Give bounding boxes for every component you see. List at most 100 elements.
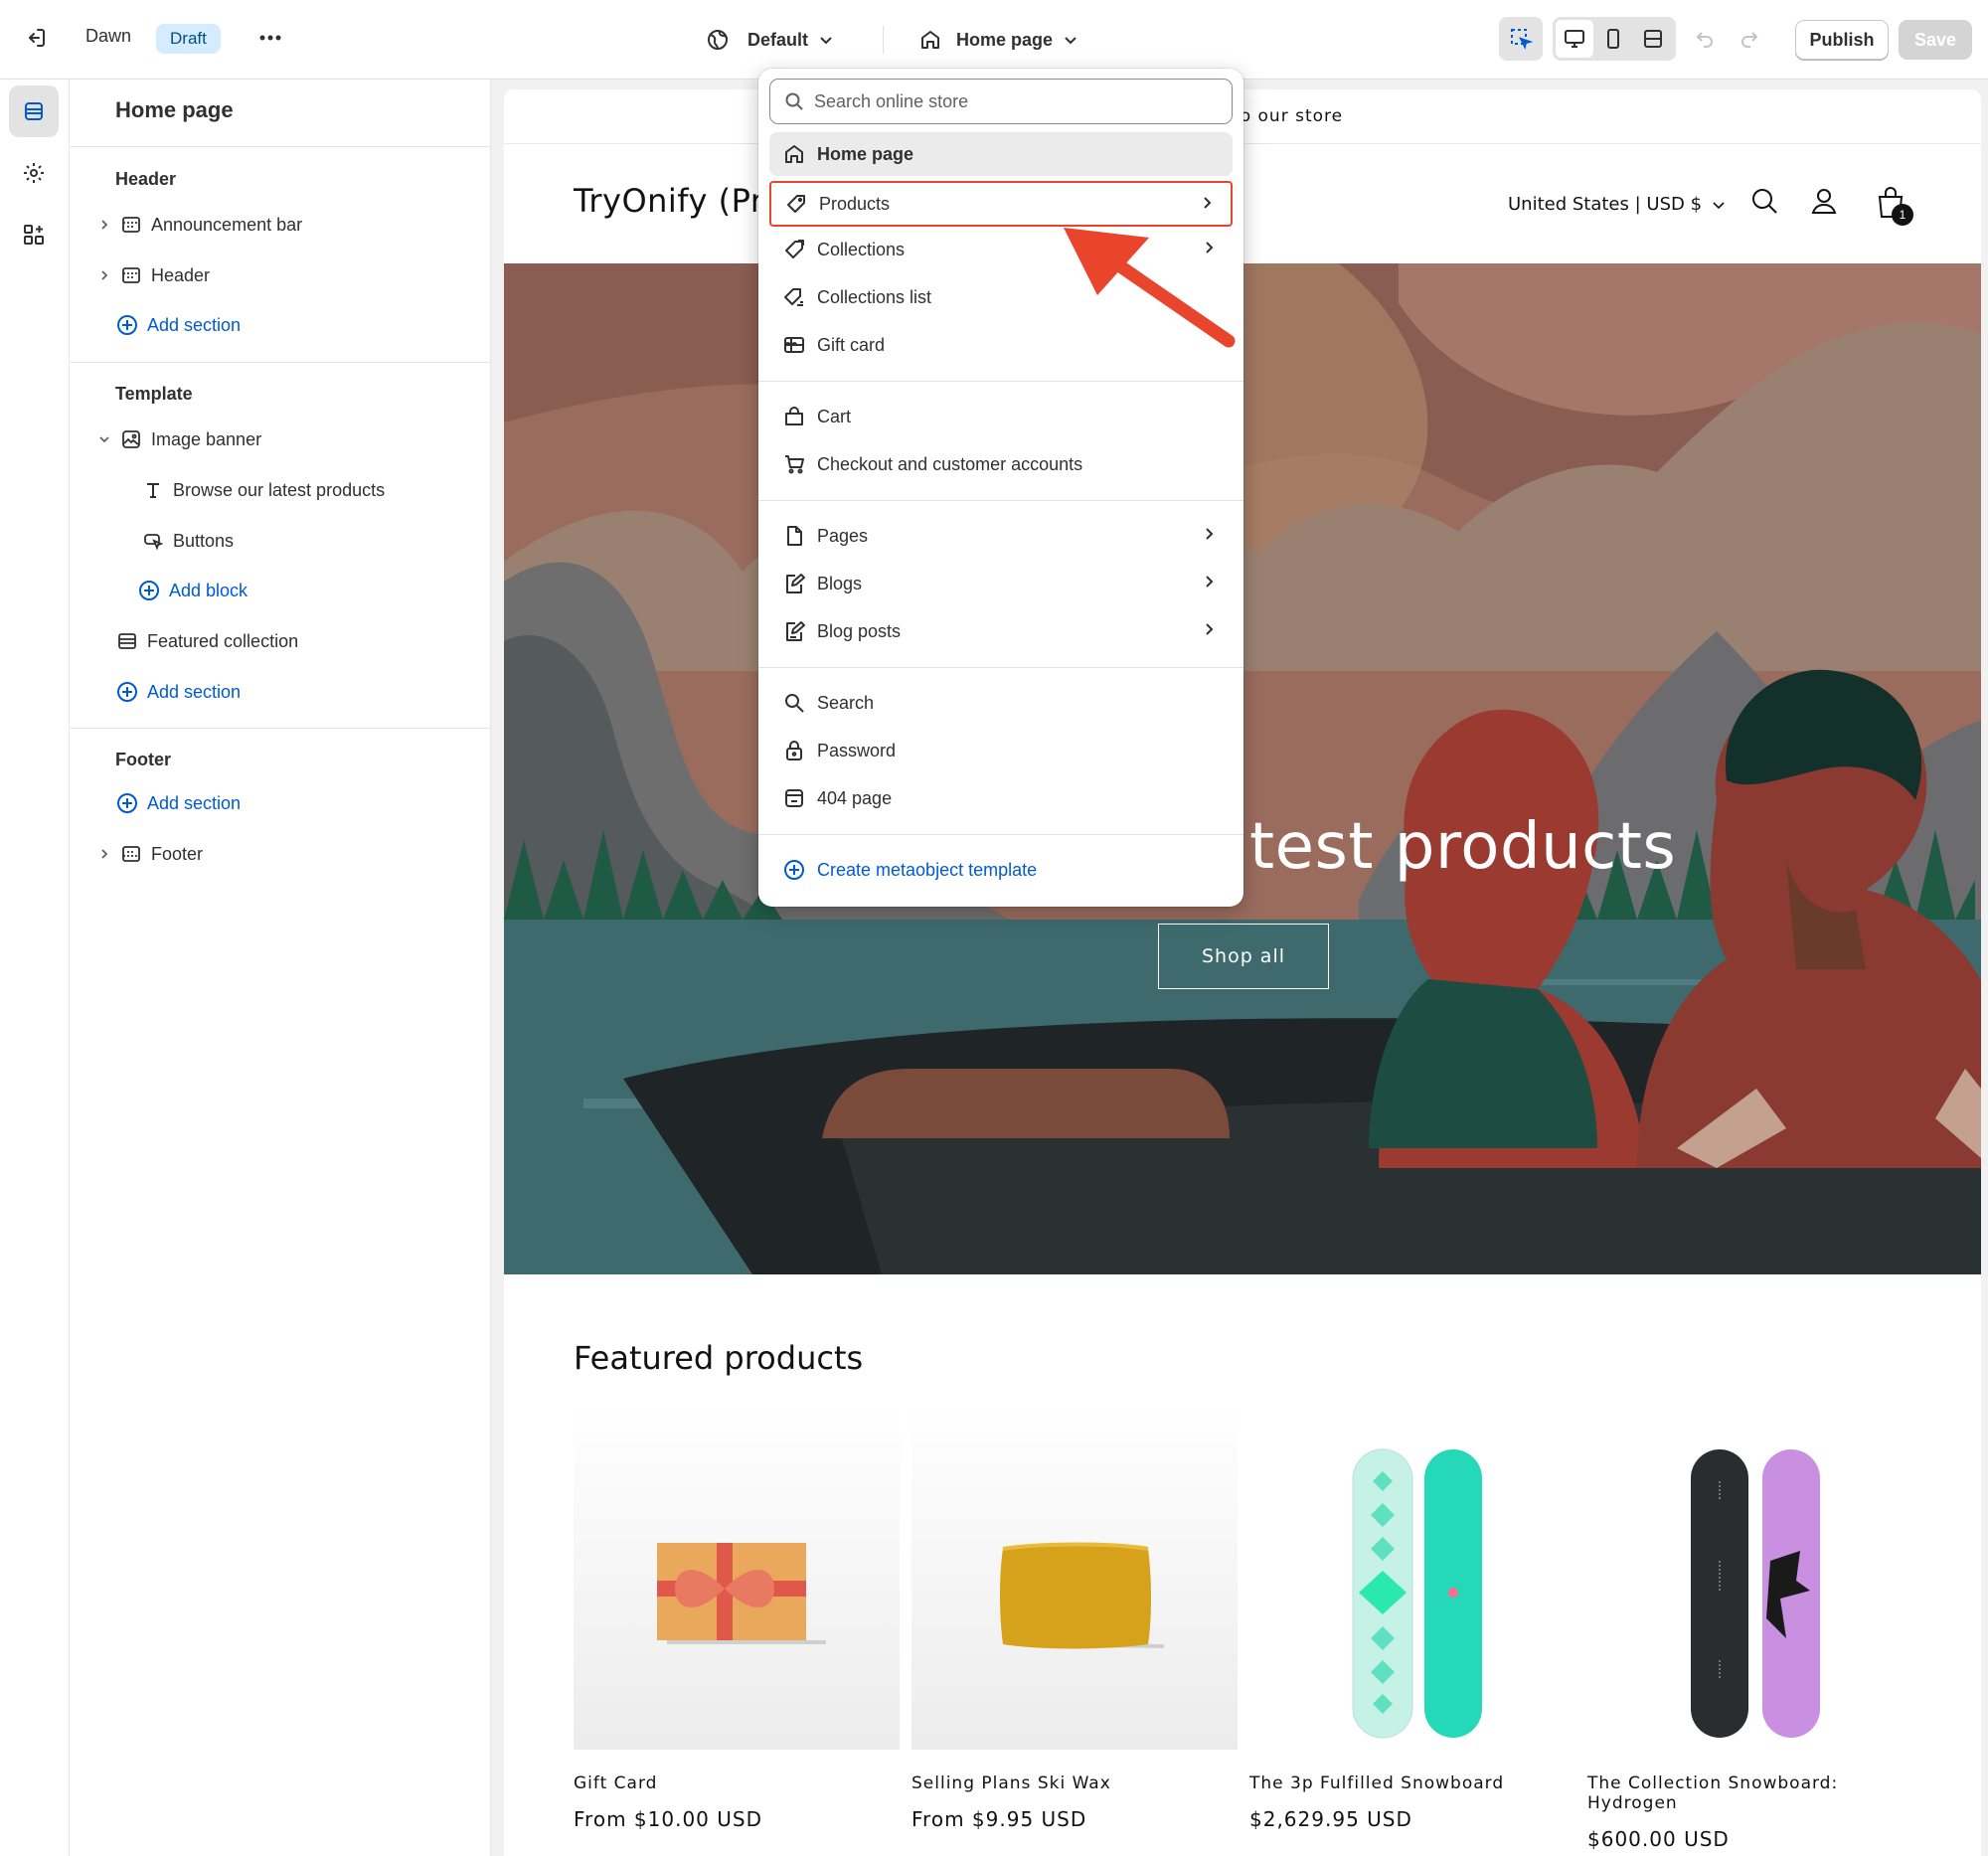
chevron-right-icon: [1206, 576, 1214, 588]
shop-all-button[interactable]: Shop all: [1158, 924, 1329, 989]
locale-selector[interactable]: United States | USD $: [1508, 194, 1726, 215]
menu-item-label: Cart: [817, 406, 852, 426]
page-icon: [783, 525, 805, 547]
chevron-right-icon[interactable]: [93, 848, 115, 860]
footer-group-title: Footer: [115, 750, 171, 769]
menu-item-404-page[interactable]: 404 page: [769, 776, 1233, 820]
menu-item-password[interactable]: Password: [769, 729, 1233, 772]
ski-wax-image: [1000, 1542, 1165, 1649]
header-group-title: Header: [115, 169, 177, 189]
page-selector[interactable]: Home page: [918, 20, 1078, 60]
menu-item-label: Products: [819, 193, 891, 214]
menu-item-blog-posts[interactable]: Blog posts: [769, 609, 1233, 653]
create-metaobject-template-button[interactable]: Create metaobject template: [769, 848, 1233, 892]
block-buttons[interactable]: Buttons: [137, 521, 234, 561]
layout-header-icon: [119, 263, 143, 287]
mobile-icon[interactable]: [1593, 20, 1633, 58]
add-section-button[interactable]: Add section: [115, 783, 241, 823]
desktop-icon[interactable]: [1556, 20, 1593, 58]
menu-item-label: Checkout and customer accounts: [817, 453, 1083, 474]
section-label: Announcement bar: [151, 214, 303, 235]
product-image[interactable]: [574, 1402, 900, 1750]
undo-icon[interactable]: [1690, 24, 1720, 54]
redo-icon[interactable]: [1735, 24, 1764, 54]
fullscreen-icon[interactable]: [1633, 20, 1673, 58]
home-icon: [918, 28, 942, 52]
settings-gear-icon[interactable]: [9, 147, 59, 199]
apps-icon[interactable]: [9, 209, 59, 260]
product-image[interactable]: [911, 1402, 1238, 1750]
product-name: The Collection Snowboard: Hydrogen: [1587, 1773, 1839, 1813]
menu-item-label: Pages: [817, 525, 869, 546]
collection-section-icon: [115, 629, 139, 653]
button-cursor-icon: [141, 529, 165, 553]
exit-icon[interactable]: [20, 22, 52, 54]
menu-item-label: 404 page: [817, 787, 893, 808]
menu-item-label: Search: [817, 692, 875, 713]
plus-circle-icon: [115, 791, 139, 815]
account-icon[interactable]: [1809, 186, 1839, 216]
menu-item-cart[interactable]: Cart: [769, 395, 1233, 438]
block-heading[interactable]: Browse our latest products: [137, 470, 385, 510]
product-name: Selling Plans Ski Wax: [911, 1773, 1111, 1793]
menu-item-search[interactable]: Search: [769, 681, 1233, 725]
search-icon[interactable]: [1749, 186, 1779, 216]
sections-icon[interactable]: [9, 85, 59, 137]
divider: [883, 26, 884, 54]
chevron-right-icon: [1206, 623, 1214, 635]
section-featured-collection[interactable]: Featured collection: [115, 621, 298, 661]
plus-circle-icon: [115, 313, 139, 337]
template-picker-dropdown: Search online store Home page Products C…: [758, 69, 1243, 907]
add-section-button[interactable]: Add section: [115, 305, 241, 345]
menu-item-pages[interactable]: Pages: [769, 514, 1233, 558]
more-options-icon[interactable]: [254, 22, 286, 54]
chevron-right-icon[interactable]: [93, 269, 115, 281]
chevron-right-icon: [1204, 197, 1212, 209]
template-group-title: Template: [115, 384, 193, 404]
context-selector[interactable]: Default: [706, 20, 834, 60]
gift-card-icon: [783, 334, 805, 356]
product-card[interactable]: The 3p Fulfilled Snowboard $2,629.95 USD: [1249, 1402, 1575, 1831]
divider: [758, 667, 1243, 668]
bag-icon: [783, 406, 805, 427]
lock-icon: [783, 740, 805, 761]
layout-footer-icon: [119, 842, 143, 866]
add-block-button[interactable]: Add block: [137, 571, 248, 610]
add-section-label: Add section: [147, 314, 242, 335]
product-card[interactable]: The Collection Snowboard: Hydrogen $600.…: [1587, 1402, 1913, 1851]
product-card[interactable]: Selling Plans Ski Wax From $9.95 USD: [911, 1402, 1238, 1831]
locale-label: United States | USD $: [1508, 194, 1703, 215]
menu-item-blogs[interactable]: Blogs: [769, 562, 1233, 605]
chevron-down-icon[interactable]: [93, 433, 115, 445]
snowboard-hydrogen-image: [1691, 1449, 1820, 1738]
menu-item-label: Password: [817, 740, 897, 760]
section-announcement-bar[interactable]: Announcement bar: [93, 205, 302, 245]
menu-item-products[interactable]: Products: [769, 181, 1233, 227]
inspector-toggle-button[interactable]: [1499, 17, 1543, 61]
editor-rail: [0, 80, 70, 1856]
menu-item-home-page[interactable]: Home page: [769, 132, 1233, 176]
add-section-button[interactable]: Add section: [115, 672, 241, 712]
publish-button[interactable]: Publish: [1795, 20, 1889, 60]
product-name: The 3p Fulfilled Snowboard: [1249, 1773, 1505, 1793]
featured-title: Featured products: [574, 1339, 864, 1377]
menu-item-label: Blog posts: [817, 620, 902, 641]
chevron-down-icon: [818, 32, 834, 48]
product-image[interactable]: [1587, 1402, 1913, 1750]
plus-circle-icon: [137, 579, 161, 602]
page-selector-label: Home page: [956, 29, 1054, 50]
product-name: Gift Card: [574, 1773, 658, 1793]
save-button[interactable]: Save: [1899, 20, 1972, 60]
plus-circle-icon: [115, 680, 139, 704]
product-card[interactable]: Gift Card From $10.00 USD: [574, 1402, 900, 1831]
product-image[interactable]: [1249, 1402, 1575, 1750]
globe-icon: [706, 28, 730, 52]
section-header[interactable]: Header: [93, 255, 210, 295]
section-image-banner[interactable]: Image banner: [93, 420, 261, 459]
chevron-right-icon[interactable]: [93, 219, 115, 231]
blog-post-icon: [783, 620, 805, 642]
search-online-store-input[interactable]: Search online store: [769, 79, 1233, 124]
menu-item-checkout[interactable]: Checkout and customer accounts: [769, 442, 1233, 486]
section-footer[interactable]: Footer: [93, 834, 203, 874]
product-price: $600.00 USD: [1587, 1827, 1730, 1851]
